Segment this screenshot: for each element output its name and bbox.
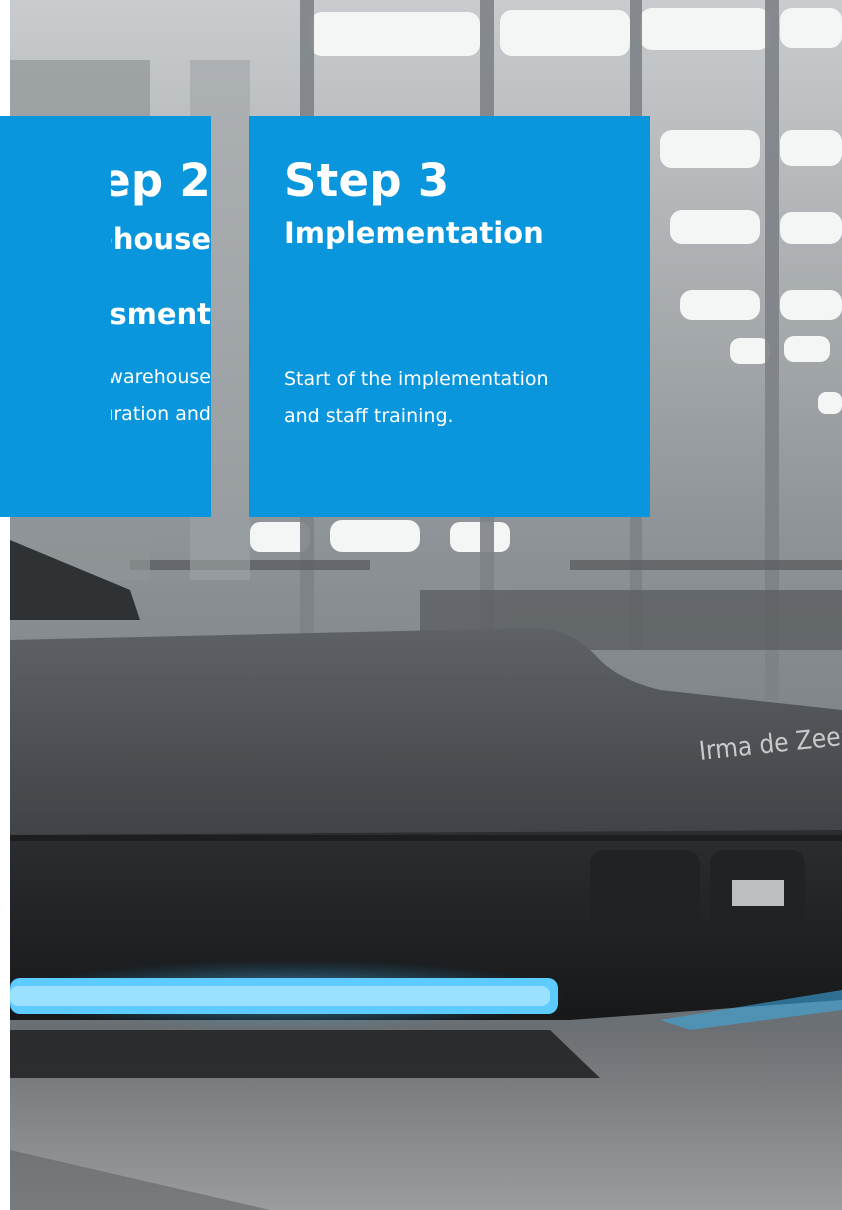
step-3-number: Step 3 <box>284 154 450 207</box>
step-2-description-line1: Analysis of your warehouse <box>111 366 211 388</box>
step-2-title-line1: Warehouse <box>111 222 211 256</box>
step-3-description-line2: and staff training. <box>284 405 454 427</box>
robot-id-plate <box>732 880 784 906</box>
step-2-card: Step 2 Warehouse assessment Analysis of … <box>0 116 211 517</box>
page: Irma de Zeeuw Step 2 Warehouse assessmen… <box>0 0 842 1210</box>
step-2-description-line2: and configuration and <box>111 403 211 425</box>
step-3-card: Step 3 Implementation Start of the imple… <box>249 116 650 517</box>
step-2-number: Step 2 <box>111 154 211 207</box>
step-3-description-line1: Start of the implementation <box>284 368 549 390</box>
step-2-title-line2: assessment <box>111 297 211 331</box>
step-3-title: Implementation <box>284 216 544 250</box>
step-3-description: Start of the implementation and staff tr… <box>284 361 624 435</box>
